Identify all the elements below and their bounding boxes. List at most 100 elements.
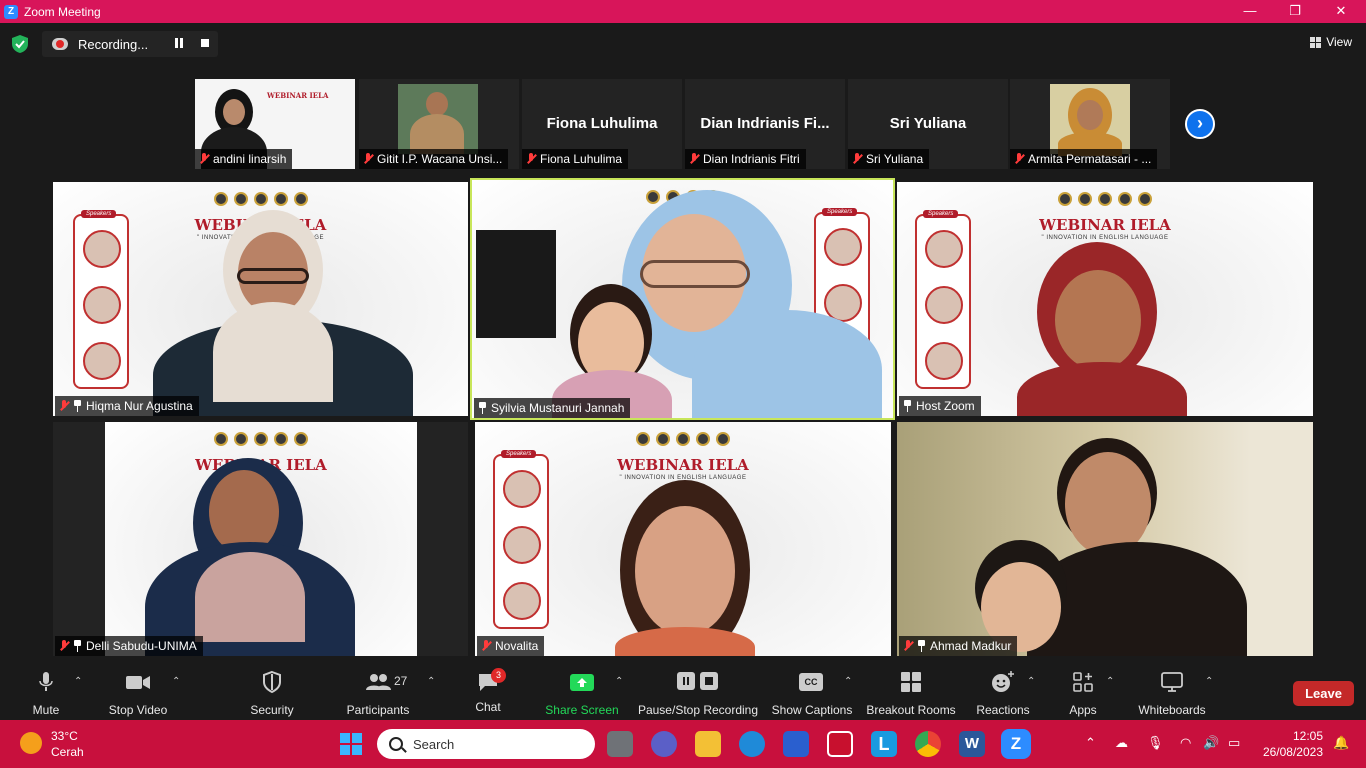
share-screen-button[interactable]: Share Screen (544, 670, 620, 717)
mic-muted-icon (1014, 153, 1024, 165)
weather-condition[interactable]: Cerah (51, 745, 84, 759)
thumbnail-sri-yuliana[interactable]: Sri Yuliana Sri Yuliana (848, 79, 1008, 169)
whiteboard-icon (1161, 672, 1183, 692)
l-app-icon[interactable]: L (871, 731, 897, 757)
video-camera-icon (126, 676, 150, 689)
captions-options-caret-icon[interactable]: ⌃ (844, 676, 852, 687)
pin-icon (478, 402, 487, 414)
chat-unread-badge: 3 (491, 668, 506, 683)
mute-button[interactable]: Mute (22, 670, 70, 717)
participant-name-label: Ahmad Madkur (899, 636, 1018, 656)
glasses (237, 268, 309, 284)
security-button[interactable]: Security (248, 670, 296, 717)
participant-name-label: Host Zoom (899, 396, 981, 416)
speakers-panel: Speakers (493, 450, 549, 629)
participant-name-label: Hiqma Nur Agustina (55, 396, 199, 416)
video-tile-host-zoom[interactable]: WEBINAR IELA " INNOVATION IN ENGLISH LAN… (897, 182, 1313, 416)
whiteboards-button[interactable]: Whiteboards (1134, 670, 1210, 717)
show-captions-button[interactable]: CC Show Captions (771, 670, 853, 717)
meeting-top-bar: Recording... View (0, 23, 1366, 67)
whiteboards-options-caret-icon[interactable]: ⌃ (1205, 676, 1213, 687)
maximize-button[interactable]: ❐ (1272, 0, 1318, 23)
stop-video-button[interactable]: Stop Video (106, 670, 170, 717)
thumbnail-fiona-luhulima[interactable]: Fiona Luhulima Fiona Luhulima (522, 79, 682, 169)
close-button[interactable]: ✕ (1318, 0, 1364, 23)
battery-icon[interactable]: ▭ (1228, 735, 1240, 751)
pause-recording-icon[interactable] (174, 38, 184, 48)
weather-sun-icon[interactable] (20, 732, 42, 754)
mic-muted-icon (481, 640, 491, 652)
breakout-rooms-button[interactable]: Breakout Rooms (866, 670, 956, 717)
participant-name-label: Syilvia Mustanuri Jannah (474, 398, 631, 418)
view-label: View (1326, 35, 1352, 49)
window-title: Zoom Meeting (24, 4, 101, 19)
show-hidden-icons-chevron-icon[interactable]: ⌃ (1085, 735, 1096, 751)
reactions-button[interactable]: Reactions (974, 670, 1032, 717)
participants-options-caret-icon[interactable]: ⌃ (427, 676, 435, 687)
wifi-icon[interactable]: ◠ (1180, 735, 1191, 751)
webinar-banner-thumbnail: WEBINAR IELA (267, 91, 329, 100)
volume-icon[interactable]: 🔊 (1203, 735, 1219, 751)
weather-temperature[interactable]: 33°C (51, 729, 78, 743)
mic-muted-icon (59, 400, 69, 412)
stop-recording-icon[interactable] (201, 39, 209, 47)
chat-button[interactable]: 3 Chat (470, 668, 506, 716)
meet-video-icon[interactable] (651, 731, 677, 757)
word-app-icon[interactable]: W (959, 731, 985, 757)
system-clock[interactable]: 12:05 26/08/2023 (1263, 728, 1323, 760)
video-options-caret-icon[interactable]: ⌃ (172, 676, 180, 687)
thumbnail-andini-linarsih[interactable]: WEBINAR IELA andini linarsih (195, 79, 355, 169)
zoom-logo-icon: Z (4, 4, 18, 19)
onedrive-cloud-icon[interactable]: ☁ (1115, 735, 1128, 751)
file-explorer-icon[interactable] (695, 731, 721, 757)
video-tile-syilvia-active-speaker[interactable]: Speakers Syilvia Mustanuri Jannah (470, 178, 895, 420)
audio-options-caret-icon[interactable]: ⌃ (74, 676, 82, 687)
video-tile-novalita[interactable]: WEBINAR IELA " INNOVATION IN ENGLISH LAN… (475, 422, 891, 656)
pin-icon (73, 400, 82, 412)
thumbnail-gitit[interactable]: Gitit I.P. Wacana Unsi... (359, 79, 519, 169)
notifications-bell-icon[interactable]: 🔔 (1333, 735, 1349, 751)
microphone-tray-icon[interactable]: 🎙 (1147, 735, 1164, 751)
apps-button[interactable]: Apps (1062, 670, 1104, 717)
pin-icon (73, 640, 82, 652)
thumbnail-armita-permatasari[interactable]: Armita Permatasari - ... (1010, 79, 1170, 169)
thumbnail-name-label: Fiona Luhulima (522, 149, 629, 169)
task-view-icon[interactable] (607, 731, 633, 757)
thumbnail-name-label: andini linarsih (195, 149, 293, 169)
video-tile-delli-sabudu[interactable]: WEBINAR IELA Delli Sabudu-UNIMA (53, 422, 468, 656)
encryption-shield-icon[interactable] (12, 35, 28, 53)
microsoft-store-icon[interactable] (783, 731, 809, 757)
leave-meeting-button[interactable]: Leave (1293, 681, 1354, 706)
windows-start-icon[interactable] (340, 733, 362, 755)
share-options-caret-icon[interactable]: ⌃ (615, 676, 623, 687)
reactions-options-caret-icon[interactable]: ⌃ (1027, 676, 1035, 687)
participant-video (398, 84, 478, 154)
search-icon (389, 737, 403, 751)
institution-logos (213, 192, 308, 206)
next-page-chevron-icon[interactable]: › (1185, 109, 1215, 139)
video-tile-ahmad-madkur[interactable]: Ahmad Madkur (897, 422, 1313, 656)
mic-muted-icon (363, 153, 373, 165)
recording-indicator[interactable]: Recording... (42, 31, 218, 57)
edge-browser-icon[interactable] (739, 731, 765, 757)
video-tile-hiqma[interactable]: WEBINAR IELA " INNOVATION IN ENGLISH LAN… (53, 182, 468, 416)
chrome-browser-icon[interactable] (915, 731, 941, 757)
thumbnail-name-label: Armita Permatasari - ... (1010, 149, 1158, 169)
pause-stop-recording-button[interactable]: Pause/Stop Recording (637, 670, 759, 717)
view-grid-icon (1310, 36, 1322, 48)
apps-options-caret-icon[interactable]: ⌃ (1106, 676, 1114, 687)
chat-bubble-icon: 3 (476, 668, 506, 694)
minimize-button[interactable]: — (1227, 0, 1273, 23)
participants-icon (366, 674, 391, 690)
participants-count: 27 (394, 674, 408, 688)
mcafee-shield-icon[interactable] (827, 731, 853, 757)
zoom-app-icon[interactable]: Z (1001, 729, 1031, 759)
taskbar-search-box[interactable]: Search (377, 729, 595, 759)
participant-display-name: Sri Yuliana (889, 115, 967, 132)
view-button[interactable]: View (1310, 35, 1352, 49)
apps-icon (1073, 672, 1093, 692)
share-screen-icon (570, 674, 594, 691)
mic-muted-icon (59, 640, 69, 652)
thumbnail-dian-indrianis-fitri[interactable]: Dian Indrianis Fi... Dian Indrianis Fitr… (685, 79, 845, 169)
recording-label: Recording... (78, 36, 149, 52)
